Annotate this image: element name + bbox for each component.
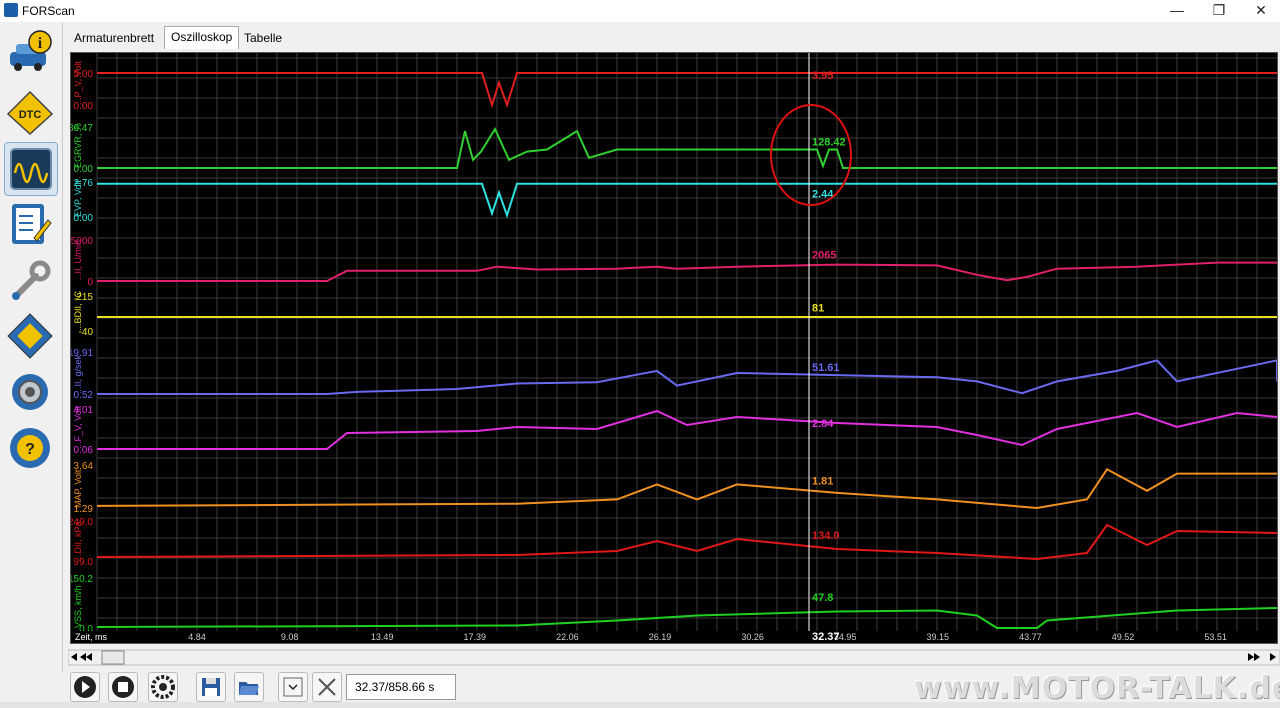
help-button[interactable]: ? <box>4 422 56 474</box>
channel-name-label: ...F_V, Volt <box>73 405 83 449</box>
cursor-value-label: 128.42 <box>812 137 846 149</box>
channel-name-label: ...II, U/min <box>73 240 83 281</box>
svg-text:i: i <box>38 35 43 52</box>
channel-name-label: EVP, Volt <box>73 180 83 217</box>
time-position-display: 32.37/858.66 s <box>346 674 456 700</box>
cursor-time-label: 32.37 <box>812 631 840 643</box>
cursor-value-label: 81 <box>812 303 824 315</box>
tab-tabelle[interactable]: Tabelle <box>238 28 288 48</box>
channel-name-label: ...DII, kPa <box>73 521 83 561</box>
help-icon: ? <box>10 428 50 468</box>
floppy-disk-icon <box>202 678 220 696</box>
cut-button[interactable] <box>312 672 342 702</box>
time-scrollbar[interactable] <box>67 649 1280 667</box>
channel-name-label: ...II, g/sek <box>73 354 83 394</box>
open-button[interactable] <box>234 672 264 702</box>
channel-trace-1 <box>97 126 1277 169</box>
scrollbar-thumb[interactable] <box>101 650 125 665</box>
channel-trace-8 <box>96 523 1277 561</box>
time-tick-label: 43.77 <box>1019 632 1042 642</box>
chip-icon <box>7 313 53 359</box>
cursor-value-label: 51.61 <box>812 362 840 374</box>
channel-trace-2 <box>97 182 1277 219</box>
stop-icon <box>112 676 134 698</box>
sidebar: i DTC ? <box>0 22 63 672</box>
minimize-button[interactable]: — <box>1154 0 1200 22</box>
settings-button[interactable] <box>4 366 56 418</box>
gear-icon <box>12 374 48 410</box>
tab-armaturenbrett[interactable]: Armaturenbrett <box>68 28 160 48</box>
dtc-icon: DTC <box>6 90 54 136</box>
channel-name-label: ...BDII, °C <box>73 290 83 331</box>
play-icon <box>74 676 96 698</box>
save-button[interactable] <box>196 672 226 702</box>
time-axis-label: Zeit, ms <box>75 632 108 642</box>
channel-name-label: MAP, Volt <box>73 469 83 508</box>
maximize-button[interactable]: ❐ <box>1196 0 1242 22</box>
channel-name-label: EGRVR, % <box>73 123 83 168</box>
time-tick-label: 22.06 <box>556 632 579 642</box>
cursor-value-label: 134.0 <box>812 530 840 542</box>
watermark: www.MOTOR-TALK.de <box>914 671 1280 706</box>
channel-name-label: VSS, km/h <box>73 585 83 628</box>
cursor-value-label: 3.95 <box>812 70 833 82</box>
time-tick-label: 30.26 <box>741 632 764 642</box>
vehicle-info-button[interactable]: i <box>4 28 56 80</box>
scope-settings-button[interactable] <box>148 672 178 702</box>
svg-text:?: ? <box>25 441 35 458</box>
wrench-icon <box>12 260 51 300</box>
time-tick-label: 53.51 <box>1204 632 1227 642</box>
title-bar: FORScan — ❐ ✕ <box>0 0 1280 22</box>
cursor-value-label: 2065 <box>812 250 836 262</box>
forscan-app-icon <box>4 3 18 17</box>
channel-max-label: 150.2 <box>71 574 93 585</box>
folder-open-icon <box>239 682 259 695</box>
time-tick-label: 17.39 <box>464 632 487 642</box>
cursor-value-label: 2.84 <box>812 418 834 430</box>
channel-name-label: ...P_V, Volt <box>73 61 83 105</box>
scissors-icon <box>318 678 336 696</box>
gear-icon <box>151 675 175 699</box>
close-button[interactable]: ✕ <box>1238 0 1280 22</box>
time-tick-label: 4.84 <box>188 632 206 642</box>
time-axis-band <box>71 631 1277 643</box>
channel-trace-6 <box>97 409 1277 450</box>
checklist-button[interactable] <box>4 198 56 250</box>
channel-trace-7 <box>96 467 1277 510</box>
info-car-icon: i <box>10 30 52 71</box>
time-tick-label: 13.49 <box>371 632 394 642</box>
dtc-button[interactable]: DTC <box>4 86 56 138</box>
cursor-value-label: 1.81 <box>812 476 833 488</box>
channel-trace-5 <box>97 359 1277 395</box>
service-functions-button[interactable] <box>4 254 56 306</box>
oscilloscope-canvas[interactable]: 5.000.003.95...P_V, Volt186.470.00128.42… <box>71 53 1277 643</box>
time-tick-label: 39.15 <box>927 632 950 642</box>
channel-min-label: 0 <box>87 277 93 288</box>
cursor-value-label: 47.8 <box>812 592 833 604</box>
oscilloscope-icon <box>10 148 52 190</box>
dropdown-button[interactable] <box>278 672 308 702</box>
stop-button[interactable] <box>108 672 138 702</box>
status-strip <box>0 702 1280 708</box>
oscilloscope-button[interactable] <box>4 142 58 196</box>
oscilloscope-plot[interactable]: 5.000.003.95...P_V, Volt186.470.00128.42… <box>70 52 1278 644</box>
checklist-icon <box>12 204 52 244</box>
dtc-icon-label: DTC <box>19 109 42 121</box>
module-configuration-button[interactable] <box>4 310 56 362</box>
chevron-down-icon <box>283 677 303 697</box>
time-tick-label: 49.52 <box>1112 632 1135 642</box>
window-title: FORScan <box>22 4 75 18</box>
time-tick-label: 9.08 <box>281 632 299 642</box>
play-button[interactable] <box>70 672 100 702</box>
time-tick-label: 26.19 <box>649 632 672 642</box>
tab-oszilloskop[interactable]: Oszilloskop <box>164 26 240 49</box>
